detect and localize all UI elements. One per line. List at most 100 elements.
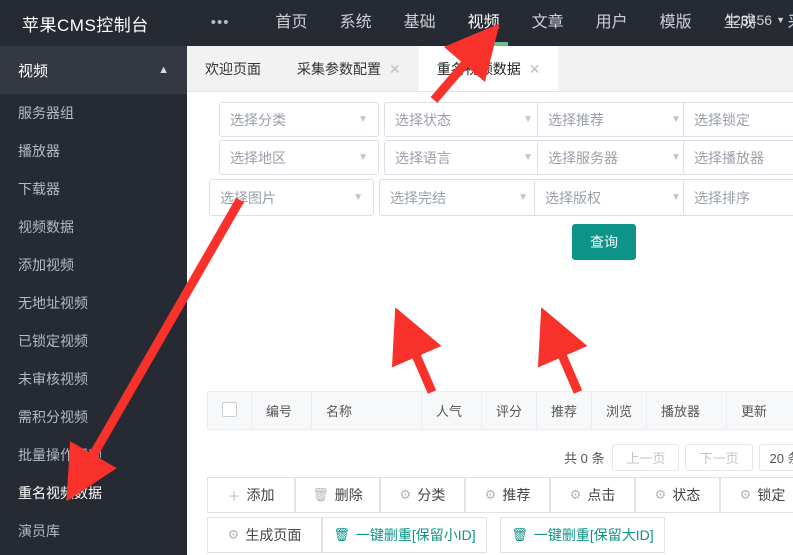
select-player[interactable]: 选择播放器 bbox=[683, 140, 793, 175]
table-header-row: 编号 名称 人气 评分 推荐 浏览 播放器 更新 bbox=[207, 391, 793, 430]
sidebar: 视频 ▲ 服务器组 播放器 下载器 视频数据 添加视频 无地址视频 已锁定视频 … bbox=[0, 46, 187, 555]
select-server[interactable]: 选择服务器 ▼ bbox=[537, 140, 692, 175]
tab-label: 重名视频数据 bbox=[436, 60, 521, 77]
table-header-select-all[interactable] bbox=[207, 391, 252, 430]
button-category[interactable]: ⚙ 分类 bbox=[380, 477, 465, 513]
table-header-id[interactable]: 编号 bbox=[251, 391, 312, 430]
chevron-down-icon: ▼ bbox=[671, 114, 681, 125]
select-recommend[interactable]: 选择推荐 ▼ bbox=[537, 102, 692, 137]
sidebar-item-downloader[interactable]: 下载器 bbox=[0, 170, 187, 208]
sidebar-item-no-url-video[interactable]: 无地址视频 bbox=[0, 284, 187, 322]
gear-icon: ⚙ bbox=[654, 487, 667, 502]
nav-item-home[interactable]: 首页 bbox=[260, 0, 324, 46]
pagination-prev-button[interactable]: 上一页 bbox=[612, 444, 680, 471]
table-header-score[interactable]: 评分 bbox=[480, 391, 538, 430]
select-label: 选择排序 bbox=[694, 189, 750, 206]
table-header-popularity[interactable]: 人气 bbox=[421, 391, 482, 430]
user-name: 123456 bbox=[725, 12, 773, 28]
pagination-page-size-select[interactable]: 20 条/页 ▼ bbox=[758, 444, 793, 471]
chevron-down-icon: ▼ bbox=[776, 15, 785, 25]
nav-item-system[interactable]: 系统 bbox=[324, 0, 388, 46]
tab-bar: 欢迎页面 采集参数配置 ✕ 重名视频数据 ✕ bbox=[187, 46, 793, 92]
query-button[interactable]: 查询 bbox=[572, 224, 636, 260]
gear-icon: ⚙ bbox=[399, 487, 412, 502]
chevron-down-icon: ▼ bbox=[671, 152, 681, 163]
button-lock[interactable]: ⚙ 锁定 bbox=[720, 477, 793, 513]
table-header-name[interactable]: 名称 bbox=[311, 391, 422, 430]
select-sort[interactable]: 选择排序 bbox=[683, 179, 793, 216]
nav-item-basic[interactable]: 基础 bbox=[388, 0, 452, 46]
button-click[interactable]: ⚙ 点击 bbox=[550, 477, 635, 513]
button-recommend[interactable]: ⚙ 推荐 bbox=[465, 477, 550, 513]
select-finished[interactable]: 选择完结 ▼ bbox=[379, 179, 539, 216]
gear-icon: ⚙ bbox=[569, 487, 582, 502]
sidebar-item-points-video[interactable]: 需积分视频 bbox=[0, 398, 187, 436]
select-label: 选择推荐 bbox=[548, 111, 604, 128]
button-generate-page[interactable]: ⚙ 生成页面 bbox=[207, 517, 322, 553]
user-menu[interactable]: 123456 ▼ bbox=[725, 12, 785, 28]
sidebar-item-batch-video[interactable]: 批量操作视频 bbox=[0, 436, 187, 474]
chevron-down-icon: ▼ bbox=[358, 114, 368, 125]
checkbox-icon[interactable] bbox=[222, 401, 237, 417]
button-label: 锁定 bbox=[757, 487, 786, 503]
button-add[interactable]: ＋ 添加 bbox=[207, 477, 295, 513]
pagination-next-button[interactable]: 下一页 bbox=[685, 444, 753, 471]
tab-welcome[interactable]: 欢迎页面 bbox=[187, 46, 279, 91]
gear-icon: ⚙ bbox=[227, 527, 240, 542]
nav-item-user[interactable]: 用户 bbox=[580, 0, 644, 46]
chevron-down-icon: ▼ bbox=[523, 152, 533, 163]
trash-icon: 🗑 bbox=[511, 527, 528, 542]
close-icon[interactable]: ✕ bbox=[389, 62, 401, 76]
tab-duplicate-video-data[interactable]: 重名视频数据 ✕ bbox=[418, 46, 559, 91]
select-copyright[interactable]: 选择版权 ▼ bbox=[534, 179, 692, 216]
table-header-update[interactable]: 更新 bbox=[726, 391, 793, 430]
chevron-down-icon: ▼ bbox=[358, 152, 368, 163]
top-header: 苹果CMS控制台 ••• 首页 系统 基础 视频 文章 用户 模版 生成 采集 bbox=[0, 0, 793, 46]
sidebar-item-player[interactable]: 播放器 bbox=[0, 132, 187, 170]
nav-item-template[interactable]: 模版 bbox=[644, 0, 708, 46]
button-label: 状态 bbox=[672, 487, 701, 503]
sidebar-group-video[interactable]: 视频 ▲ bbox=[0, 46, 187, 94]
sidebar-item-video-data[interactable]: 视频数据 bbox=[0, 208, 187, 246]
trash-icon: 🗑 bbox=[333, 527, 350, 542]
sidebar-item-unaudited-video[interactable]: 未审核视频 bbox=[0, 360, 187, 398]
sidebar-item-actor-library[interactable]: 演员库 bbox=[0, 512, 187, 550]
select-area[interactable]: 选择地区 ▼ bbox=[219, 140, 379, 175]
table-header-recommend[interactable]: 推荐 bbox=[536, 391, 593, 430]
button-label: 一键删重[保留大ID] bbox=[533, 527, 654, 543]
sidebar-item-server-group[interactable]: 服务器组 bbox=[0, 94, 187, 132]
nav-item-video[interactable]: 视频 bbox=[452, 0, 516, 46]
table-header-views[interactable]: 浏览 bbox=[591, 391, 648, 430]
sidebar-item-add-video[interactable]: 添加视频 bbox=[0, 246, 187, 284]
chevron-up-icon: ▲ bbox=[158, 64, 169, 76]
filter-panel: 选择分类 ▼ 选择状态 ▼ 选择推荐 ▼ 选择锁定 选择地区 ▼ 选择语言 ▼ bbox=[187, 92, 793, 262]
select-status[interactable]: 选择状态 ▼ bbox=[384, 102, 544, 137]
sidebar-group-label: 视频 bbox=[18, 62, 49, 80]
table-header-player[interactable]: 播放器 bbox=[646, 391, 728, 430]
app-root: 苹果CMS控制台 ••• 首页 系统 基础 视频 文章 用户 模版 生成 采集 … bbox=[0, 0, 793, 555]
chevron-down-icon: ▼ bbox=[518, 192, 528, 203]
button-delete[interactable]: 🗑 删除 bbox=[295, 477, 380, 513]
button-label: 生成页面 bbox=[245, 527, 302, 543]
button-dedupe-keep-small-id[interactable]: 🗑 一键删重[保留小ID] bbox=[322, 517, 487, 553]
select-language[interactable]: 选择语言 ▼ bbox=[384, 140, 544, 175]
more-horizontal-icon[interactable]: ••• bbox=[211, 15, 230, 30]
button-status[interactable]: ⚙ 状态 bbox=[635, 477, 720, 513]
sidebar-item-duplicate-video-data[interactable]: 重名视频数据 bbox=[0, 474, 187, 512]
select-label: 选择地区 bbox=[230, 149, 286, 166]
chevron-down-icon: ▼ bbox=[671, 192, 681, 203]
tab-collect-params[interactable]: 采集参数配置 ✕ bbox=[279, 46, 419, 91]
select-label: 选择服务器 bbox=[548, 149, 618, 166]
tab-label: 欢迎页面 bbox=[205, 60, 261, 77]
select-image[interactable]: 选择图片 ▼ bbox=[209, 179, 374, 216]
content-area: 欢迎页面 采集参数配置 ✕ 重名视频数据 ✕ 选择分类 ▼ 选择状态 ▼ 选择推… bbox=[187, 46, 793, 555]
close-icon[interactable]: ✕ bbox=[529, 62, 541, 76]
select-category[interactable]: 选择分类 ▼ bbox=[219, 102, 379, 137]
chevron-down-icon: ▼ bbox=[523, 114, 533, 125]
pagination-total: 共 0 条 bbox=[564, 451, 605, 466]
nav-item-article[interactable]: 文章 bbox=[516, 0, 580, 46]
select-lock[interactable]: 选择锁定 bbox=[683, 102, 793, 137]
button-dedupe-keep-large-id[interactable]: 🗑 一键删重[保留大ID] bbox=[500, 517, 665, 553]
sidebar-item-locked-video[interactable]: 已锁定视频 bbox=[0, 322, 187, 360]
button-label: 推荐 bbox=[502, 487, 531, 503]
